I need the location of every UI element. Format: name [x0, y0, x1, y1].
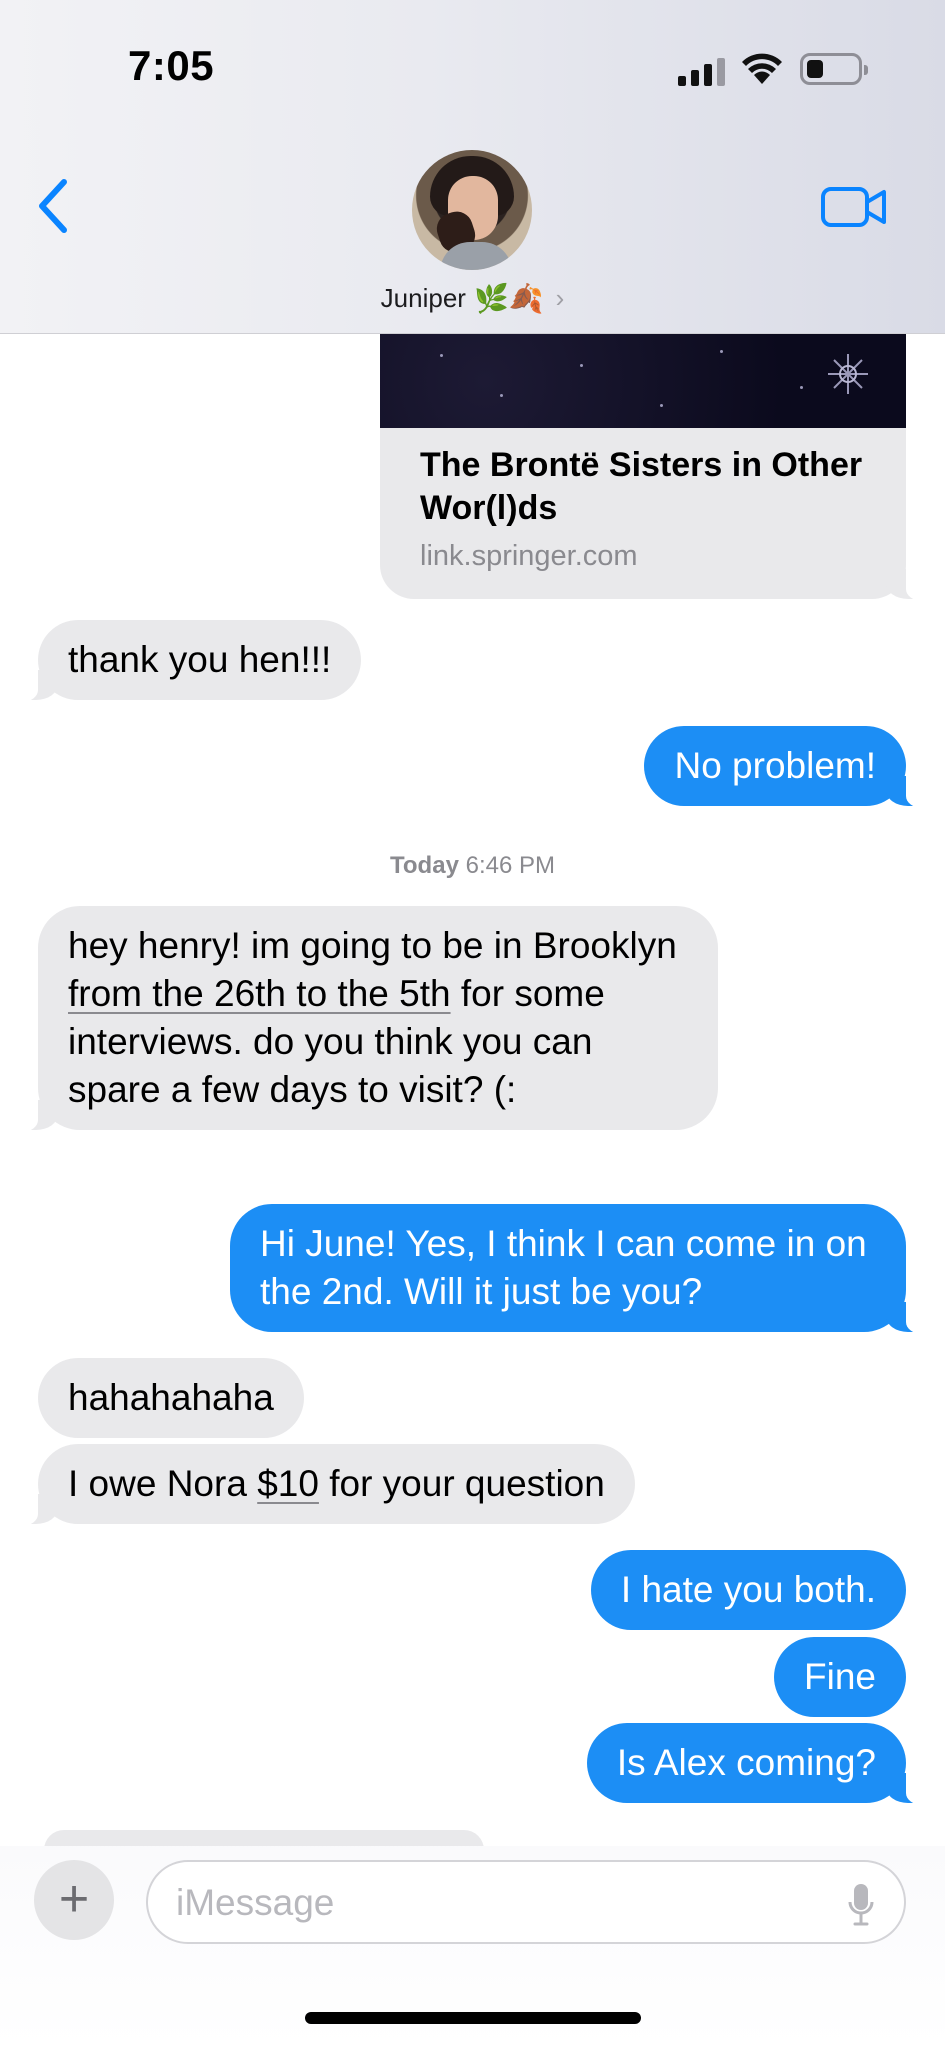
link-preview-domain: link.springer.com — [420, 540, 638, 572]
microphone-icon[interactable] — [848, 1882, 874, 1926]
back-button[interactable] — [34, 176, 74, 236]
message-bubble-outgoing[interactable]: No problem! — [644, 726, 932, 808]
message-text: hey henry! im going to be in Brooklyn — [68, 925, 677, 966]
message-bubble-incoming[interactable]: I owe Nora $10 for your question — [12, 1444, 635, 1526]
link-preview-card[interactable]: The Brontë Sisters in Other Wor(l)ds lin… — [380, 334, 932, 601]
message-text: for your question — [318, 1463, 605, 1504]
message-bubble-outgoing[interactable]: I hate you both. — [590, 1550, 906, 1630]
message-bubble-incoming[interactable]: hahahahaha — [38, 1358, 304, 1438]
message-text: thank you hen!!! — [68, 639, 332, 680]
status-time: 7:05 — [128, 42, 215, 89]
timestamp-day: Today — [390, 852, 459, 879]
imessage-input[interactable] — [176, 1876, 816, 1930]
contact-name-button[interactable]: Juniper 🌿🍂 › — [0, 282, 945, 315]
wifi-icon — [742, 53, 782, 84]
message-field[interactable] — [146, 1860, 906, 1944]
message-bubble-outgoing[interactable]: Is Alex coming? — [586, 1723, 933, 1805]
home-indicator — [305, 2012, 641, 2024]
contact-avatar[interactable] — [412, 150, 532, 270]
conversation-header: 7:05 Juniper 🌿🍂 › — [0, 0, 945, 334]
conversation-timestamp: Today 6:46 PM — [0, 852, 945, 880]
message-text: I hate you both. — [620, 1569, 876, 1610]
message-bubble-incoming[interactable]: hey henry! im going to be in Brooklyn fr… — [12, 906, 718, 1132]
contact-name: Juniper — [380, 283, 466, 313]
money-link[interactable]: $10 — [257, 1463, 319, 1504]
video-call-button[interactable] — [820, 184, 888, 230]
timestamp-time: 6:46 PM — [465, 852, 555, 879]
message-text: Hi June! Yes, I think I can come in on t… — [260, 1223, 867, 1312]
battery-icon — [800, 53, 868, 85]
cellular-signal-icon — [678, 56, 725, 86]
message-text: Fine — [804, 1656, 876, 1697]
message-bubble-incoming[interactable]: thank you hen!!! — [11, 620, 362, 702]
message-bubble-outgoing[interactable]: Fine — [774, 1637, 906, 1717]
message-text: Is Alex coming? — [616, 1742, 876, 1783]
message-bubble-outgoing[interactable]: Hi June! Yes, I think I can come in on t… — [230, 1204, 932, 1334]
message-text: hahahahaha — [68, 1377, 274, 1418]
link-preview-image — [380, 334, 906, 428]
contact-emoji: 🌿🍂 — [473, 283, 544, 314]
message-text: I owe Nora — [68, 1463, 258, 1504]
link-preview-title: The Brontë Sisters in Other Wor(l)ds — [420, 446, 863, 527]
message-text: No problem! — [674, 745, 876, 786]
date-link[interactable]: from the 26th to the 5th — [68, 973, 451, 1014]
apps-plus-button[interactable]: + — [34, 1860, 114, 1940]
chevron-right-icon: › — [555, 283, 565, 313]
